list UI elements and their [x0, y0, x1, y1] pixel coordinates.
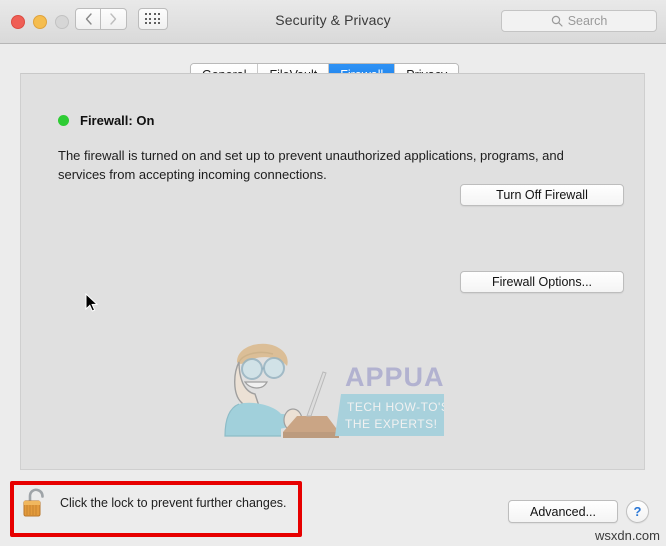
firewall-description: The firewall is turned on and set up to …	[58, 148, 564, 182]
firewall-options-button[interactable]: Firewall Options...	[460, 271, 624, 293]
firewall-status-row: Firewall: On	[58, 113, 154, 128]
search-input[interactable]: Search	[501, 10, 657, 32]
help-button[interactable]: ?	[626, 500, 649, 523]
watermark-brand: APPUALS	[345, 362, 444, 392]
search-icon	[551, 15, 563, 27]
watermark-tagline-1: TECH HOW-TO'S FROM	[347, 400, 444, 414]
firewall-panel: Firewall: On The firewall is turned on a…	[20, 73, 645, 470]
status-indicator-dot	[58, 115, 69, 126]
advanced-button[interactable]: Advanced...	[508, 500, 618, 523]
watermark-tagline-2: THE EXPERTS!	[345, 417, 437, 431]
turn-off-firewall-button[interactable]: Turn Off Firewall	[460, 184, 624, 206]
appuals-watermark-logo: APPUALS TECH HOW-TO'S FROM THE EXPERTS!	[224, 343, 444, 438]
page-watermark: wsxdn.com	[594, 528, 660, 543]
search-placeholder: Search	[567, 14, 608, 28]
annotation-highlight-box	[10, 481, 302, 537]
arrow-cursor	[85, 293, 99, 312]
firewall-status-label: Firewall: On	[80, 113, 155, 128]
window-titlebar: Security & Privacy Search	[0, 0, 666, 44]
